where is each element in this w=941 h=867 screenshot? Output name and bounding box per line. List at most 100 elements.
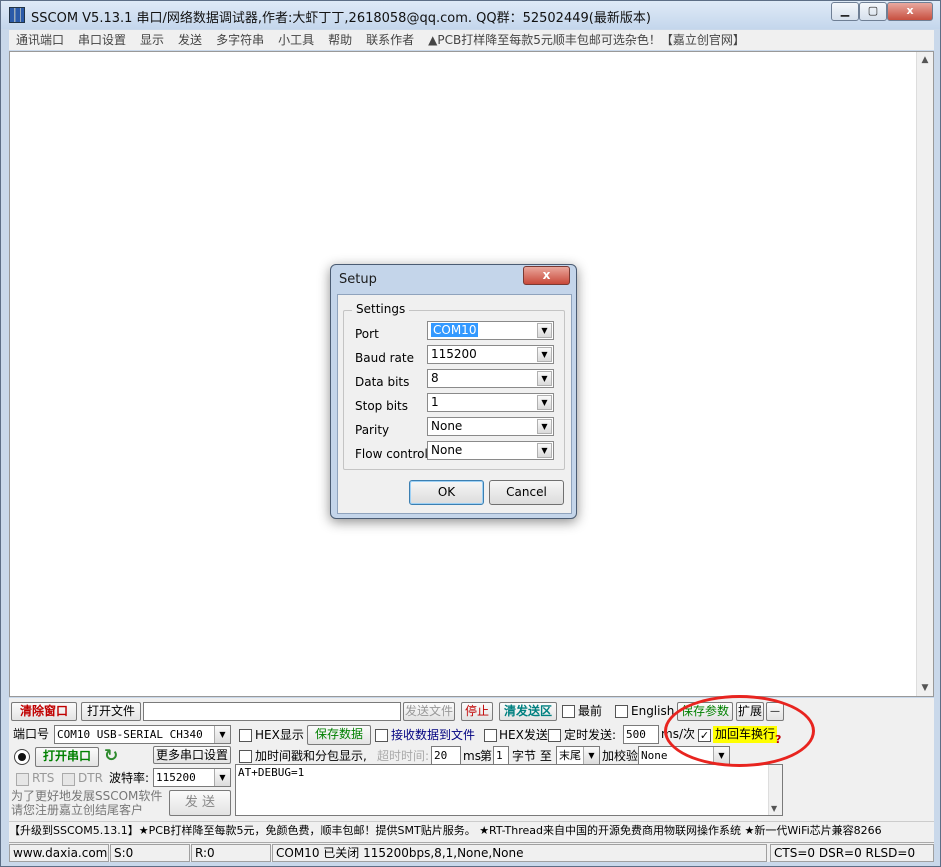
chevron-down-icon[interactable]: ▼ xyxy=(537,395,552,410)
tail-select[interactable]: 末尾 ▼ xyxy=(556,746,600,765)
news-ticker[interactable]: 【升级到SSCOM5.13.1】★PCB打样降至每款5元，免颜色费，顺丰包邮！提… xyxy=(9,821,934,839)
chevron-down-icon[interactable]: ▼ xyxy=(537,419,552,434)
expand-button[interactable]: 扩展 xyxy=(736,702,764,721)
stop-button[interactable]: 停止 xyxy=(461,702,493,721)
add-crlf-label: 加回车换行 xyxy=(713,726,778,743)
parity-label: Parity xyxy=(355,423,390,437)
minimize-button[interactable]: ▁ xyxy=(831,2,859,21)
hex-display-checkbox[interactable] xyxy=(239,729,252,742)
baud-select-value: 115200 xyxy=(156,771,196,784)
port-select-value: COM10 USB-SERIAL CH340 xyxy=(57,728,203,741)
rts-label: RTS xyxy=(32,771,55,785)
more-serial-settings-button[interactable]: 更多串口设置 xyxy=(153,746,231,764)
chevron-down-icon[interactable]: ▼ xyxy=(537,371,552,386)
scroll-down-icon[interactable]: ▼ xyxy=(771,804,777,813)
send-scrollbar[interactable]: ▼ xyxy=(768,765,782,815)
menu-contact[interactable]: 联系作者 xyxy=(359,30,421,50)
scroll-down-icon[interactable]: ▼ xyxy=(917,680,933,696)
send-textarea[interactable]: AT+DEBUG=1 xyxy=(235,764,783,816)
timed-send-checkbox[interactable] xyxy=(548,729,561,742)
flow-control-label: Flow control xyxy=(355,447,428,461)
menu-help[interactable]: 帮助 xyxy=(321,30,359,50)
timestamp-label: 加时间戳和分包显示, xyxy=(255,749,367,763)
dialog-close-button[interactable]: x xyxy=(523,266,570,285)
chevron-down-icon[interactable]: ▼ xyxy=(214,726,230,743)
baud-setting-value: 115200 xyxy=(431,347,477,361)
receive-scrollbar[interactable]: ▲ ▼ xyxy=(916,52,933,696)
dtr-checkbox[interactable] xyxy=(62,773,75,786)
file-path-input[interactable] xyxy=(143,702,401,721)
title-bar[interactable]: SSCOM V5.13.1 串口/网络数据调试器,作者:大虾丁丁,2618058… xyxy=(1,1,940,29)
menu-serial-settings[interactable]: 串口设置 xyxy=(71,30,133,50)
port-select[interactable]: COM10 USB-SERIAL CH340 ▼ xyxy=(54,725,231,744)
stop-bits-value: 1 xyxy=(431,395,439,409)
chevron-down-icon[interactable]: ▼ xyxy=(537,347,552,362)
send-file-button[interactable]: 发送文件 xyxy=(403,702,455,721)
timestamp-checkbox[interactable] xyxy=(239,750,252,763)
cancel-button[interactable]: Cancel xyxy=(489,480,564,505)
save-params-button[interactable]: 保存参数 xyxy=(677,702,733,721)
parity-value: None xyxy=(431,419,463,433)
recv-to-file-checkbox[interactable] xyxy=(375,729,388,742)
data-bits-select[interactable]: 8 ▼ xyxy=(427,369,554,388)
always-on-top-checkbox[interactable] xyxy=(562,705,575,718)
baud-setting-label: Baud rate xyxy=(355,351,414,365)
stop-bits-select[interactable]: 1 ▼ xyxy=(427,393,554,412)
refresh-icon[interactable]: ↻ xyxy=(104,747,118,765)
timeout-input[interactable]: 20 xyxy=(431,746,461,765)
send-button[interactable]: 发 送 xyxy=(169,790,231,816)
dtr-label: DTR xyxy=(78,771,103,785)
menu-bar: 通讯端口 串口设置 显示 发送 多字符串 小工具 帮助 联系作者 ▲PCB打样降… xyxy=(9,30,934,50)
checksum-select[interactable]: None ▼ xyxy=(638,746,730,765)
settings-group-label: Settings xyxy=(352,302,410,316)
port-label: 端口号 xyxy=(13,727,50,741)
promo-line-1: 为了更好地发展SSCOM软件 xyxy=(11,789,163,803)
open-port-button[interactable]: 打开串口 xyxy=(35,747,99,767)
menu-multi-string[interactable]: 多字符串 xyxy=(209,30,271,50)
menu-send[interactable]: 发送 xyxy=(171,30,209,50)
send-text-content: AT+DEBUG=1 xyxy=(238,766,305,779)
menu-comm-port[interactable]: 通讯端口 xyxy=(9,30,71,50)
timeout-label: 超时时间: xyxy=(377,749,430,763)
status-lines: CTS=0 DSR=0 RLSD=0 xyxy=(770,844,934,862)
status-sent-count: S:0 xyxy=(110,844,190,862)
status-website[interactable]: www.daxia.com xyxy=(9,844,109,862)
add-crlf-checkbox[interactable]: ✓ xyxy=(698,729,711,742)
menu-display[interactable]: 显示 xyxy=(133,30,171,50)
close-button[interactable]: x xyxy=(887,2,933,21)
clear-window-button[interactable]: 清除窗口 xyxy=(11,702,77,721)
maximize-button[interactable]: ▢ xyxy=(859,2,887,21)
chevron-down-icon[interactable]: ▼ xyxy=(214,769,230,786)
window-title: SSCOM V5.13.1 串口/网络数据调试器,作者:大虾丁丁,2618058… xyxy=(31,11,651,26)
ok-button[interactable]: OK xyxy=(409,480,484,505)
help-icon[interactable]: ? xyxy=(775,731,781,748)
baud-setting-select[interactable]: 115200 ▼ xyxy=(427,345,554,364)
open-file-button[interactable]: 打开文件 xyxy=(81,702,141,721)
menu-tools[interactable]: 小工具 xyxy=(271,30,321,50)
timed-interval-input[interactable]: 500 xyxy=(623,725,659,744)
byte-to-label: 字节 至 xyxy=(512,749,552,763)
ms-per-label: ms/次 xyxy=(661,727,695,741)
clear-send-button[interactable]: 清发送区 xyxy=(499,702,557,721)
control-panel: 清除窗口 打开文件 发送文件 停止 清发送区 最前 English 保存参数 扩… xyxy=(9,698,934,846)
nth-byte-input[interactable]: 1 xyxy=(493,746,509,765)
save-data-button[interactable]: 保存数据 xyxy=(307,725,371,745)
flow-control-select[interactable]: None ▼ xyxy=(427,441,554,460)
collapse-button[interactable]: — xyxy=(766,702,784,721)
baud-select[interactable]: 115200 ▼ xyxy=(153,768,231,787)
chevron-down-icon[interactable]: ▼ xyxy=(713,747,729,764)
chevron-down-icon[interactable]: ▼ xyxy=(537,323,552,338)
english-checkbox[interactable] xyxy=(615,705,628,718)
port-setting-select[interactable]: COM10 ▼ xyxy=(427,321,554,340)
recv-to-file-label: 接收数据到文件 xyxy=(391,728,476,742)
timeout-ms-label: ms xyxy=(463,749,481,763)
chevron-down-icon[interactable]: ▼ xyxy=(537,443,552,458)
data-bits-label: Data bits xyxy=(355,375,410,389)
chevron-down-icon[interactable]: ▼ xyxy=(583,747,599,764)
parity-select[interactable]: None ▼ xyxy=(427,417,554,436)
hex-send-checkbox[interactable] xyxy=(484,729,497,742)
hex-send-label: HEX发送 xyxy=(499,728,548,742)
menu-promo[interactable]: ▲PCB打样降至每款5元顺丰包邮可选杂色！【嘉立创官网】 xyxy=(421,30,752,50)
scroll-up-icon[interactable]: ▲ xyxy=(917,52,933,68)
rts-checkbox[interactable] xyxy=(16,773,29,786)
